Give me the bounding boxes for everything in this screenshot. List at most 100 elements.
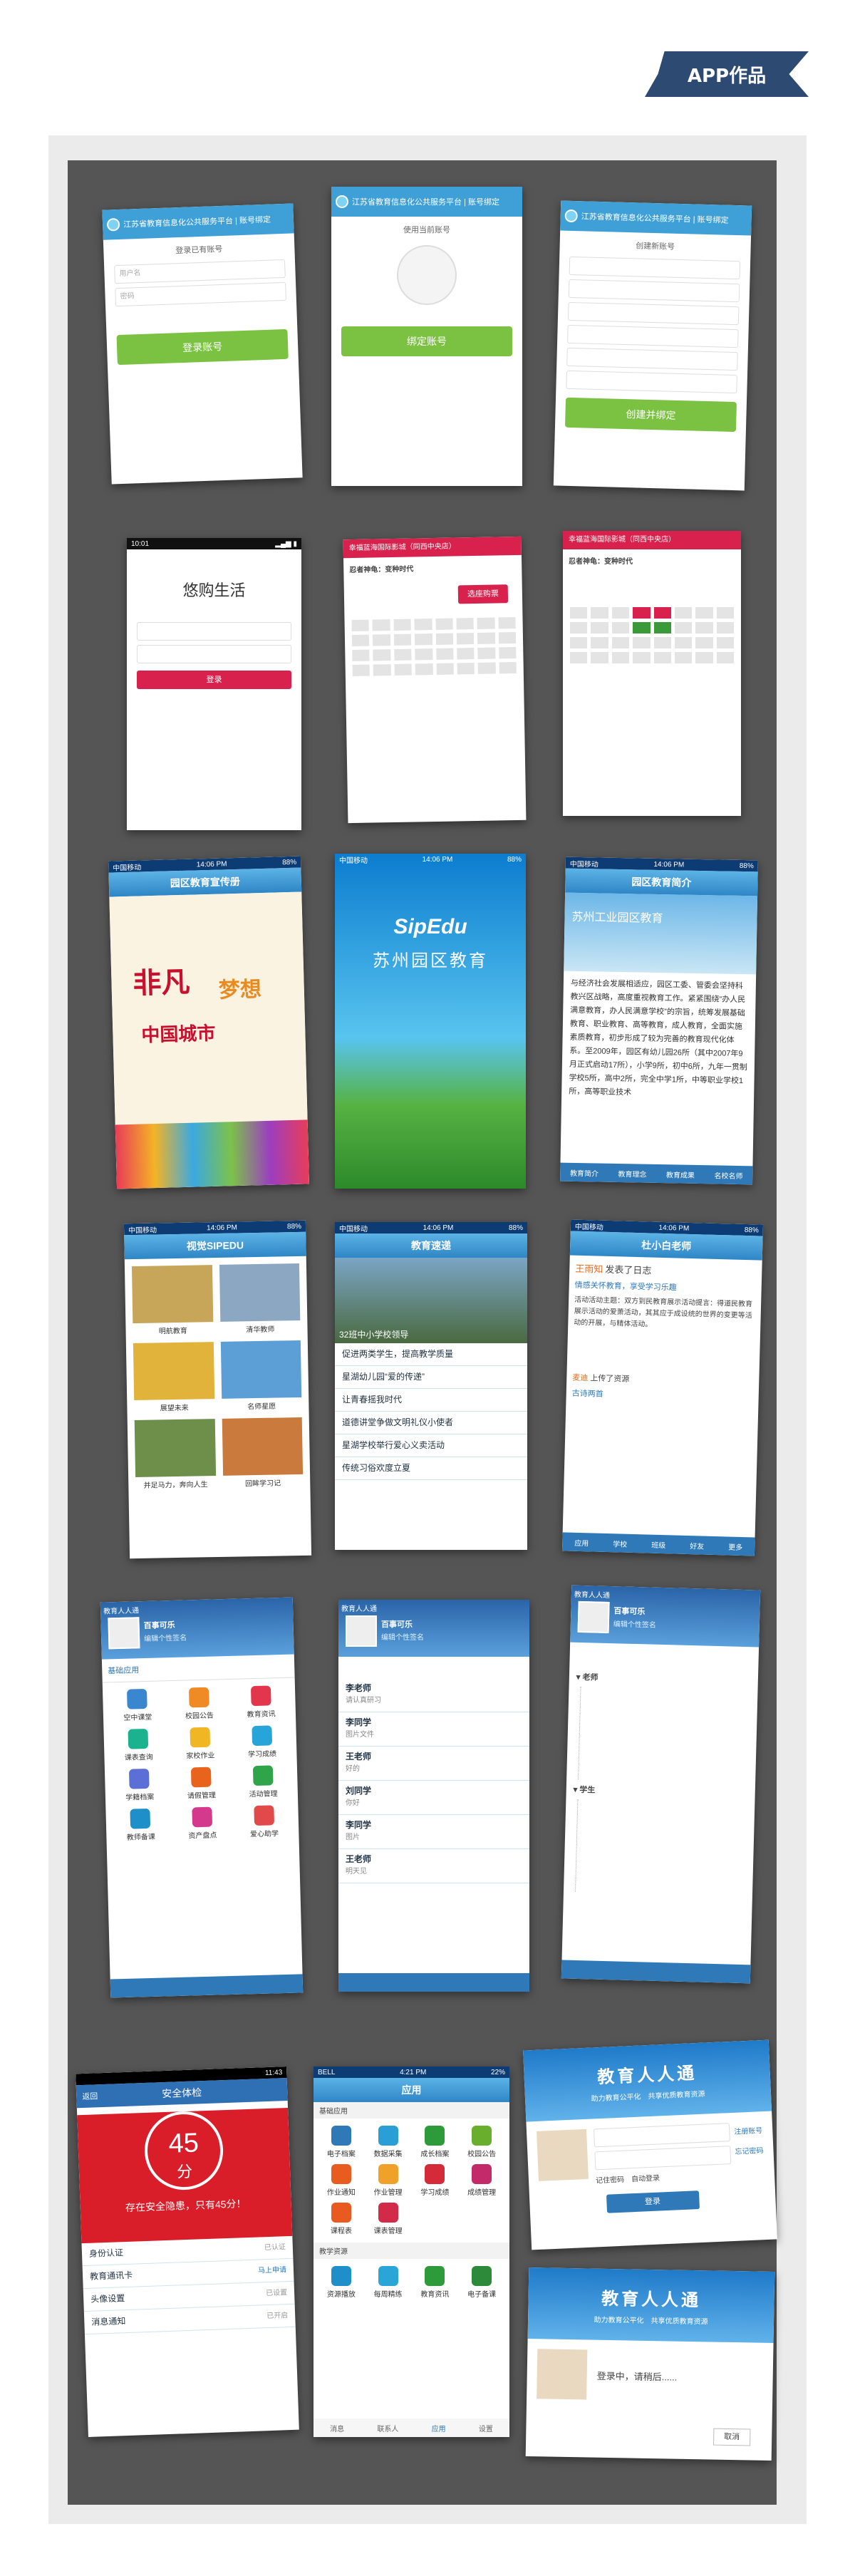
app-icon[interactable]: 资源播放	[321, 2266, 362, 2299]
news-item[interactable]: 传统习俗欢度立夏	[335, 1457, 527, 1480]
news-item[interactable]: 星湖幼儿园“爱的传递”	[335, 1366, 527, 1389]
form-field[interactable]	[566, 347, 738, 371]
app-icon[interactable]: 家校作业	[172, 1727, 228, 1761]
album-item[interactable]: 并足马力，奔向人生	[134, 1419, 216, 1490]
message-item[interactable]: 李同学 图片	[338, 1815, 529, 1849]
album-item[interactable]: 名师星愿	[220, 1340, 302, 1412]
app-icon[interactable]: 作业管理	[368, 2164, 409, 2197]
tab-class[interactable]: 班级	[651, 1538, 665, 1550]
app-icon[interactable]: 教育资讯	[415, 2266, 456, 2299]
seat-map[interactable]	[563, 600, 741, 671]
poster-name[interactable]: 王雨知	[575, 1263, 603, 1275]
tab-apps[interactable]: 应用	[574, 1536, 589, 1548]
safety-screen: 11:43 返回 安全体检 45 分 存在安全隐患，只有45分！ 身份认证 已认证…	[76, 2066, 299, 2438]
message-item[interactable]: 刘同学 你好	[338, 1781, 529, 1815]
message-item[interactable]: 李同学 图片文件	[338, 1712, 529, 1747]
tab-friends[interactable]: 好友	[690, 1540, 704, 1551]
message-item[interactable]: 王老师 好的	[338, 1747, 529, 1781]
app-icon[interactable]: 学习成绩	[234, 1725, 290, 1759]
app-icon[interactable]: 作业通知	[321, 2164, 362, 2197]
username-input[interactable]	[593, 2123, 730, 2148]
form-field[interactable]	[567, 324, 739, 348]
app-icon[interactable]: 校园公告	[172, 1687, 227, 1721]
poster-name[interactable]: 麦迪	[572, 1374, 588, 1383]
album-item[interactable]: 展望未来	[133, 1342, 214, 1413]
section-ribbon: APP作品	[645, 51, 809, 97]
app-icon[interactable]: 每周精练	[368, 2266, 409, 2299]
news-item[interactable]: 让青春摇我时代	[335, 1389, 527, 1412]
forgot-link[interactable]: 忘记密码	[735, 2141, 764, 2163]
app-icon[interactable]: 资产盘点	[175, 1806, 230, 1841]
back-button[interactable]: 返回	[82, 2090, 98, 2102]
news-headline[interactable]: 32班中小学校领导	[335, 1258, 527, 1343]
app-icon[interactable]: 课表查询	[110, 1728, 166, 1762]
form-field[interactable]	[567, 301, 740, 326]
app-icon[interactable]: 空中课堂	[110, 1688, 165, 1722]
app-icon[interactable]: 请假管理	[174, 1767, 229, 1801]
resource-link[interactable]: 古诗两首	[572, 1387, 753, 1404]
avatar[interactable]	[108, 1617, 140, 1650]
app-icon[interactable]: 教育资讯	[233, 1685, 289, 1719]
news-item[interactable]: 促进两类学生，提高教学质量	[335, 1343, 527, 1366]
remember-checkbox[interactable]: 记住密码	[596, 2176, 624, 2186]
news-item[interactable]: 道德讲堂争做文明礼仪小使者	[335, 1412, 527, 1434]
album-item[interactable]: 明航教育	[131, 1265, 213, 1336]
form-field[interactable]	[566, 370, 737, 394]
avatar[interactable]	[577, 1600, 610, 1634]
login-button[interactable]: 登录	[606, 2190, 700, 2213]
form-field[interactable]	[569, 256, 741, 280]
password-input[interactable]: 密码	[115, 281, 286, 307]
contact-group[interactable]: ▾ 学生	[574, 1784, 748, 1799]
cancel-button[interactable]: 取消	[713, 2428, 751, 2446]
app-icon[interactable]: 校园公告	[461, 2126, 502, 2158]
password-input[interactable]	[137, 645, 291, 663]
form-field[interactable]	[568, 279, 740, 303]
password-input[interactable]	[594, 2146, 732, 2171]
album-screen: 中国移动 14:06 PM 88% 视觉SIPEDU 明航教育 清华教师 展望未来 …	[123, 1220, 312, 1559]
app-icon[interactable]: 学习成绩	[415, 2164, 456, 2197]
username-input[interactable]	[137, 622, 291, 641]
platform-logo-icon	[336, 195, 348, 208]
login-button[interactable]: 登录账号	[116, 329, 289, 366]
album-item[interactable]: 清华教师	[219, 1263, 301, 1335]
news-item[interactable]: 星湖学校举行爱心义卖活动	[335, 1434, 527, 1457]
username-input[interactable]: 用户名	[114, 259, 286, 284]
contact-group[interactable]: ▾ 老师	[576, 1671, 751, 1687]
client-contacts-window: 教育人人通 百事可乐 编辑个性签名 ▾ 老师 ▾ 学生	[561, 1585, 761, 1984]
app-icon[interactable]: 学籍档案	[112, 1768, 167, 1802]
tab-messages[interactable]: 消息	[330, 2423, 344, 2433]
app-grid: 资源播放 每周精练 教育资讯 电子备课	[314, 2259, 509, 2306]
tab-teachers[interactable]: 名校名师	[714, 1169, 742, 1181]
app-icon[interactable]: 课程表	[321, 2203, 362, 2235]
app-icon[interactable]: 电子档案	[321, 2126, 362, 2158]
buy-ticket-button[interactable]: 选座购票	[457, 584, 509, 604]
auto-login-checkbox[interactable]: 自动登录	[631, 2174, 660, 2183]
tab-idea[interactable]: 教育理念	[618, 1168, 646, 1179]
app-icon[interactable]: 电子备课	[461, 2266, 502, 2299]
post-link[interactable]: 情感关怀教育，享受学习乐趣	[575, 1279, 756, 1295]
app-icon[interactable]: 课表管理	[368, 2203, 409, 2235]
album-item[interactable]: 回眸学习记	[222, 1417, 304, 1489]
tab-contacts[interactable]: 联系人	[377, 2423, 398, 2433]
app-icon[interactable]: 教师备课	[113, 1808, 168, 1842]
app-icon[interactable]: 数据采集	[368, 2126, 409, 2158]
movie-title: 忍者神龟：变种时代	[569, 558, 633, 566]
tab-intro[interactable]: 教育简介	[570, 1167, 598, 1178]
tab-school[interactable]: 学校	[613, 1538, 627, 1549]
create-bind-button[interactable]: 创建并绑定	[564, 397, 737, 433]
app-icon[interactable]: 成绩管理	[461, 2164, 502, 2197]
message-item[interactable]: 王老师 明天见	[338, 1849, 529, 1883]
bind-button[interactable]: 绑定账号	[341, 326, 512, 356]
tab-settings[interactable]: 设置	[479, 2423, 493, 2433]
login-button[interactable]: 登录	[137, 671, 291, 689]
poster-screen: 中国移动 14:06 PM 88% 园区教育宣传册 非凡 梦想 中国城市	[108, 856, 309, 1189]
app-icon[interactable]: 爱心助学	[237, 1805, 292, 1839]
message-item[interactable]: 李老师 请认真研习	[338, 1678, 529, 1712]
app-icon[interactable]: 活动管理	[235, 1765, 291, 1799]
avatar[interactable]	[346, 1615, 377, 1647]
app-icon[interactable]: 成长档案	[415, 2126, 456, 2158]
register-link[interactable]: 注册账号	[734, 2121, 763, 2143]
tab-more[interactable]: 更多	[728, 1541, 742, 1552]
tab-result[interactable]: 教育成果	[666, 1169, 695, 1180]
tab-apps[interactable]: 应用	[432, 2423, 446, 2433]
